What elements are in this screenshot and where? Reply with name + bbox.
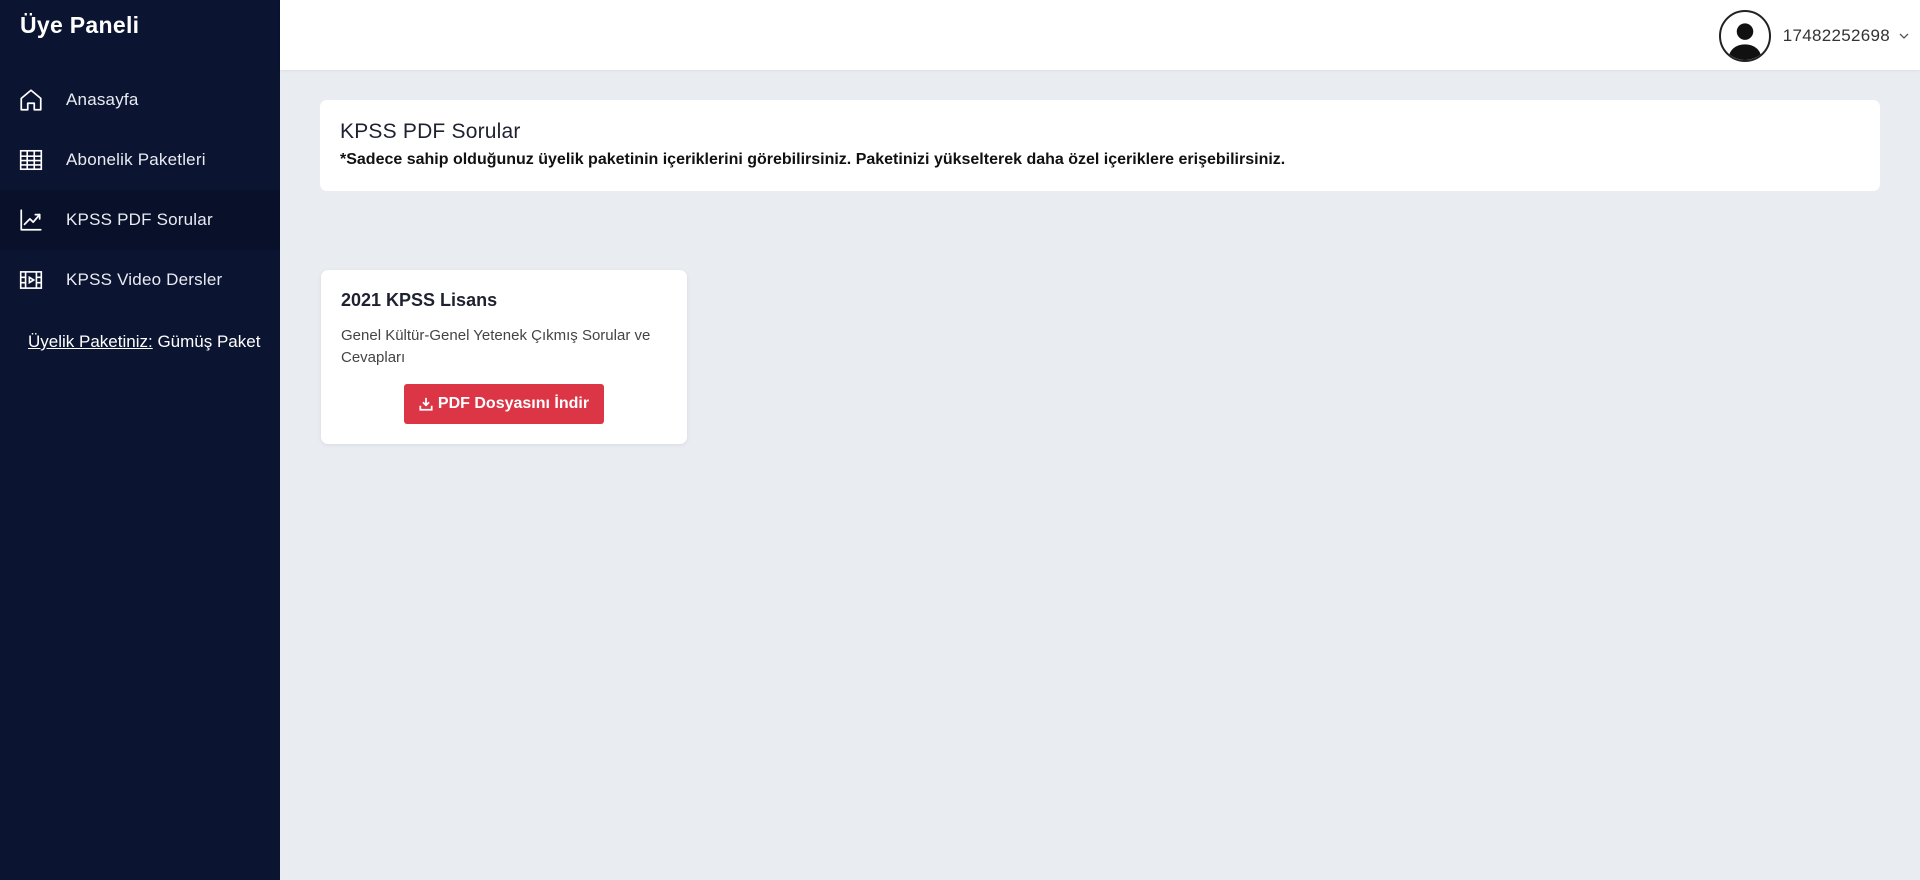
card-description: Genel Kültür-Genel Yetenek Çıkmış Sorula… [341,327,651,366]
page-title: KPSS PDF Sorular [340,120,521,143]
sidebar-item-anasayfa[interactable]: Anasayfa [0,70,280,130]
membership-value: Gümüş Paket [152,332,261,351]
sidebar-item-label: Abonelik Paketleri [66,150,206,169]
sidebar-item-label: KPSS PDF Sorular [66,210,213,229]
chevron-down-icon [1899,33,1909,39]
film-icon [18,267,44,293]
sidebar-nav: Anasayfa Abonelik Paketleri KPSS PDF Sor… [0,70,280,310]
username: 17482252698 [1782,26,1890,45]
sidebar: Üye Paneli Anasayfa Abonelik Paketleri K… [0,0,280,880]
grid-table-icon [18,147,44,173]
card-title: 2021 KPSS Lisans [341,290,498,310]
sidebar-item-label: KPSS Video Dersler [66,270,223,289]
home-icon [18,87,44,113]
download-icon [419,397,433,411]
sidebar-title: Üye Paneli [20,12,140,38]
sidebar-item-kpss-pdf-sorular[interactable]: KPSS PDF Sorular [0,190,280,250]
membership-key: Üyelik Paketiniz: [28,332,153,351]
download-pdf-button[interactable]: PDF Dosyasını İndir [404,384,604,424]
topbar: 17482252698 [280,0,1920,70]
pdf-card: 2021 KPSS Lisans Genel Kültür-Genel Yete… [321,270,687,444]
page-note: *Sadece sahip olduğunuz üyelik paketinin… [340,151,1286,168]
user-avatar-icon [1718,10,1771,62]
sidebar-item-label: Anasayfa [66,90,139,109]
membership-info: Üyelik Paketiniz: Gümüş Paket [28,332,260,352]
page-header-card: KPSS PDF Sorular *Sadece sahip olduğunuz… [320,100,1880,191]
trending-chart-icon [18,207,44,233]
sidebar-item-abonelik-paketleri[interactable]: Abonelik Paketleri [0,130,280,190]
download-button-label: PDF Dosyasını İndir [437,395,590,412]
user-menu[interactable]: 17482252698 [1718,10,1910,62]
sidebar-item-kpss-video-dersler[interactable]: KPSS Video Dersler [0,250,280,310]
